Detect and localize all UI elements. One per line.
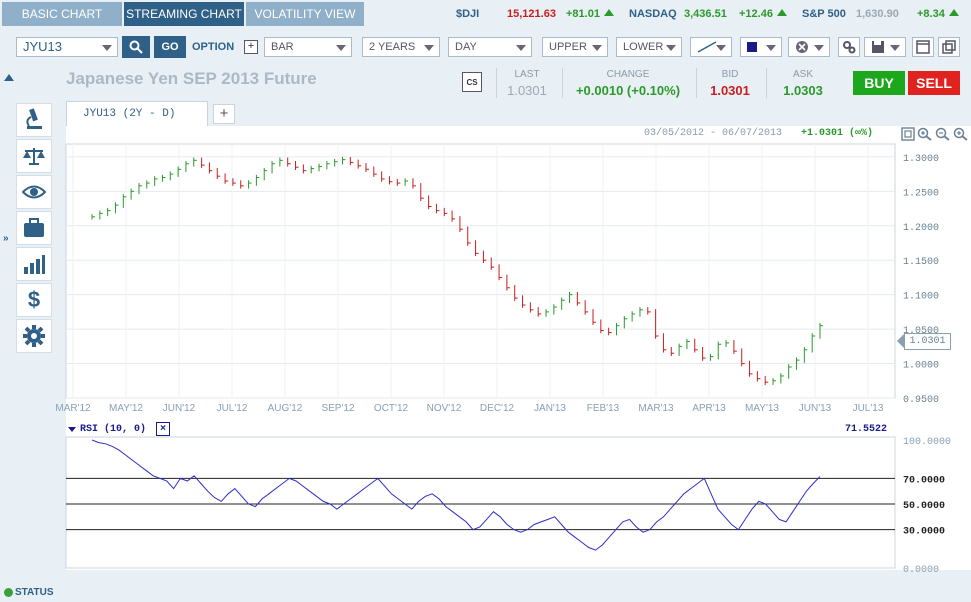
price-tick-label: 0.9500 bbox=[903, 395, 939, 406]
x-tick-label: JUL'13 bbox=[853, 403, 884, 414]
x-tick-label: MAR'12 bbox=[55, 403, 91, 414]
rsi-tick-label: 30.0000 bbox=[903, 527, 945, 538]
x-tick-label: OCT'12 bbox=[374, 403, 409, 414]
x-tick-label: MAR'13 bbox=[638, 403, 674, 414]
chart-last-change: +1.0301 (∞%) bbox=[801, 128, 874, 139]
chart-date-range: 03/05/2012 - 06/07/2013 bbox=[644, 128, 783, 139]
price-tick-label: 1.0000 bbox=[903, 361, 939, 372]
chart-svg: 1.30001.25001.20001.15001.10001.05001.00… bbox=[55, 143, 951, 576]
zoom-out-icon[interactable] bbox=[935, 127, 951, 141]
x-tick-label: SEP'12 bbox=[321, 403, 354, 414]
x-tick-label: MAY'12 bbox=[109, 403, 143, 414]
rsi-last-value: 71.5522 bbox=[845, 424, 888, 435]
x-tick-label: JUN'12 bbox=[163, 403, 196, 414]
rsi-tick-label: 0.0000 bbox=[903, 565, 939, 576]
rsi-title: RSI (10, 0) bbox=[80, 423, 147, 435]
x-tick-label: MAY'13 bbox=[745, 403, 779, 414]
price-tick-label: 1.2500 bbox=[903, 188, 939, 199]
x-tick-label: APR'13 bbox=[692, 403, 726, 414]
rsi-dropdown-icon[interactable] bbox=[68, 426, 76, 432]
x-tick-label: JUL'12 bbox=[217, 403, 248, 414]
rsi-header: RSI (10, 0) × bbox=[68, 422, 171, 436]
rsi-close-icon[interactable]: × bbox=[156, 422, 171, 436]
x-tick-label: JAN'13 bbox=[534, 403, 566, 414]
rsi-plot-frame bbox=[65, 436, 896, 569]
price-marker-arrow-icon bbox=[897, 334, 904, 348]
rsi-tick-label: 70.0000 bbox=[903, 475, 945, 486]
price-tick-label: 1.1000 bbox=[903, 292, 939, 303]
rsi-tick-label: 100.0000 bbox=[903, 437, 951, 448]
price-tick-label: 1.1500 bbox=[903, 257, 939, 268]
status-label: STATUS bbox=[15, 587, 54, 598]
status-bar[interactable]: STATUS bbox=[4, 587, 54, 598]
rsi-series-line bbox=[91, 439, 821, 551]
price-plot-frame bbox=[65, 143, 896, 399]
status-dot-icon bbox=[4, 588, 13, 597]
x-tick-label: NOV'12 bbox=[427, 403, 462, 414]
zoom-fit-icon[interactable] bbox=[901, 127, 915, 141]
zoom-in-icon[interactable] bbox=[917, 127, 933, 141]
x-tick-label: JUN'13 bbox=[799, 403, 832, 414]
x-tick-label: FEB'13 bbox=[587, 403, 620, 414]
x-tick-label: DEC'12 bbox=[480, 403, 515, 414]
rsi-tick-label: 50.0000 bbox=[903, 501, 945, 512]
zoom-reset-icon[interactable] bbox=[953, 127, 969, 141]
x-tick-label: AUG'12 bbox=[268, 403, 303, 414]
zoom-controls bbox=[901, 127, 969, 141]
current-price-label: 1.0301 bbox=[904, 333, 951, 350]
price-tick-label: 1.3000 bbox=[903, 154, 939, 165]
price-tick-label: 1.2000 bbox=[903, 223, 939, 234]
